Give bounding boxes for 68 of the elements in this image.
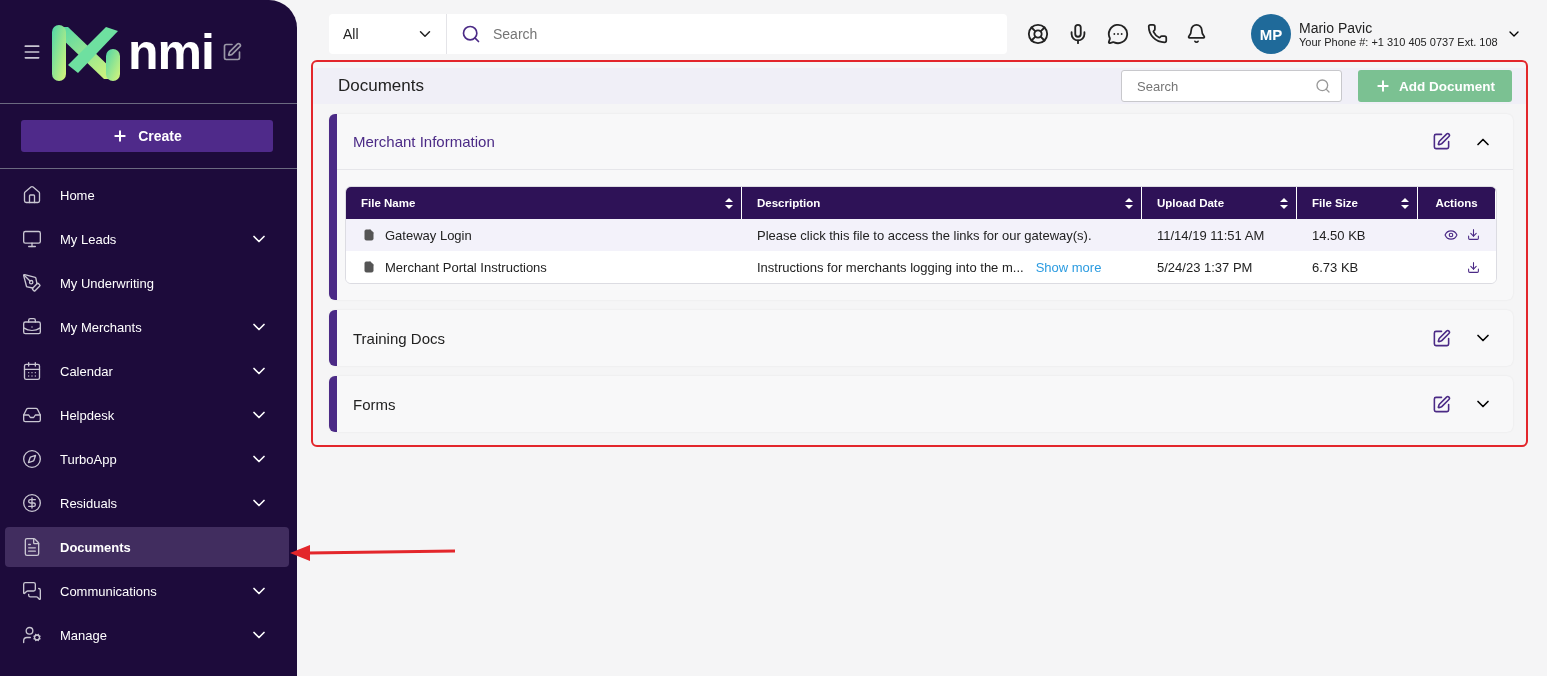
nav-icon: [22, 449, 42, 469]
download-icon[interactable]: [1467, 228, 1480, 241]
user-name: Mario Pavic: [1299, 20, 1374, 36]
column-header[interactable]: Description: [742, 187, 1142, 219]
table-cell-text: 6.73 KB: [1311, 258, 1360, 277]
nav-item[interactable]: Calendar: [5, 351, 289, 391]
nav-icon: [22, 361, 42, 381]
table-cell-text: 14.50 KB: [1311, 226, 1367, 245]
file-icon: [363, 261, 375, 273]
nav-item[interactable]: TurboApp: [5, 439, 289, 479]
nav-item[interactable]: Home: [5, 175, 289, 215]
nav-icon: [22, 229, 42, 249]
edit-icon[interactable]: [1432, 394, 1451, 414]
support-icon[interactable]: [1027, 23, 1049, 45]
avatar[interactable]: MP: [1251, 14, 1291, 54]
section-header[interactable]: Merchant Information: [337, 114, 1513, 170]
phone-icon[interactable]: [1147, 23, 1168, 44]
nav-icon: [22, 493, 42, 513]
documents-search-field[interactable]: Search: [1121, 70, 1342, 102]
plus-icon: [1375, 78, 1391, 94]
table-row[interactable]: Gateway Login Please click this file to access the links for our gateway(s). 11/14/19 11:51 AM 14.50 KB: [346, 219, 1496, 251]
table-cell-text: 11/14/19 11:51 AM: [1156, 226, 1266, 245]
view-icon[interactable]: [1444, 228, 1458, 242]
column-header[interactable]: File Size: [1297, 187, 1418, 219]
table-cell: Merchant Portal Instructions: [346, 251, 742, 283]
nav-item[interactable]: Helpdesk: [5, 395, 289, 435]
nav-item[interactable]: Manage: [5, 615, 289, 655]
table-cell-text: 5/24/23 1:37 PM: [1156, 258, 1254, 277]
page-title: Documents: [338, 76, 425, 96]
table-cell-text: Instructions for merchants logging into the m... Show more: [756, 258, 1103, 277]
column-header[interactable]: Actions: [1418, 187, 1496, 219]
column-header[interactable]: File Name: [346, 187, 742, 219]
edit-icon[interactable]: [221, 41, 242, 62]
logo: nmi: [128, 22, 214, 81]
nav-icon: [22, 317, 42, 337]
bell-icon[interactable]: [1186, 23, 1207, 44]
edit-icon[interactable]: [1432, 132, 1451, 151]
search-icon: [461, 24, 481, 44]
nav-icon: [22, 405, 42, 425]
sort-icon[interactable]: [1401, 197, 1409, 209]
section-header[interactable]: Training Docs: [337, 310, 1513, 366]
search-field[interactable]: Search: [447, 14, 1007, 54]
nav-item[interactable]: My Merchants: [5, 307, 289, 347]
sort-icon[interactable]: [1125, 197, 1133, 209]
table-cell: Gateway Login: [346, 219, 742, 251]
scope-dropdown[interactable]: All: [329, 14, 447, 54]
table-cell-text: Please click this file to access the links for our gateway(s).: [756, 226, 1093, 245]
column-header[interactable]: Upload Date: [1142, 187, 1297, 219]
nav-icon: [22, 625, 42, 645]
nav-item[interactable]: Documents: [5, 527, 289, 567]
nav-item[interactable]: My Leads: [5, 219, 289, 259]
chat-icon[interactable]: [1107, 23, 1129, 45]
search-icon: [1315, 78, 1331, 94]
file-icon: [363, 229, 375, 241]
nav-item[interactable]: Communications: [5, 571, 289, 611]
download-icon[interactable]: [1467, 260, 1480, 274]
sort-icon[interactable]: [725, 197, 733, 209]
user-phone: Your Phone #: +1 310 405 0737 Ext. 108: [1299, 36, 1498, 48]
sort-icon[interactable]: [1280, 197, 1288, 209]
nav-item[interactable]: My Underwriting: [5, 263, 289, 303]
edit-icon[interactable]: [1432, 328, 1451, 348]
nav-icon: [22, 537, 42, 557]
nav-item[interactable]: Residuals: [5, 483, 289, 523]
nav-icon: [22, 581, 42, 601]
section-header[interactable]: Forms: [337, 376, 1513, 432]
nav-icon: [22, 185, 42, 205]
create-button[interactable]: Create: [21, 120, 273, 152]
nav-icon: [22, 273, 42, 293]
